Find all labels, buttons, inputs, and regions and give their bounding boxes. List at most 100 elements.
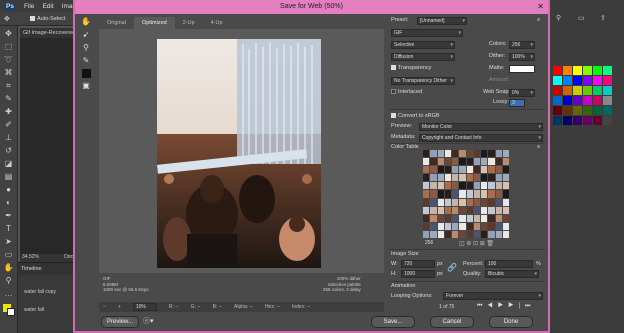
color-table-cell[interactable] — [452, 190, 459, 198]
preset-menu-icon[interactable]: ≡ — [537, 17, 540, 23]
color-table-cell[interactable] — [466, 190, 473, 198]
color-table-cell[interactable] — [423, 222, 430, 230]
color-table-cell[interactable] — [502, 222, 509, 230]
color-table-cell[interactable] — [444, 166, 451, 174]
color-table-cell[interactable] — [473, 166, 480, 174]
color-table-cell[interactable] — [495, 222, 502, 230]
auto-select-checkbox[interactable] — [30, 16, 35, 22]
color-table-cell[interactable] — [452, 222, 459, 230]
color-table-cell[interactable] — [481, 158, 488, 166]
color-table-cell[interactable] — [452, 198, 459, 206]
color-table-cell[interactable] — [423, 174, 430, 182]
swatch[interactable] — [573, 96, 582, 105]
color-table-cell[interactable] — [430, 174, 437, 182]
brush-icon[interactable]: ✐ — [4, 120, 14, 130]
color-table-cell[interactable] — [444, 158, 451, 166]
format-select[interactable]: GIF — [391, 29, 463, 37]
color-table-cell[interactable] — [466, 174, 473, 182]
swatch[interactable] — [593, 106, 602, 115]
color-table-cell[interactable] — [481, 198, 488, 206]
web-snap-input[interactable]: 0% — [509, 89, 535, 97]
color-table-cell[interactable] — [502, 166, 509, 174]
color-table-cell[interactable] — [488, 206, 495, 214]
swatch[interactable] — [573, 106, 582, 115]
color-table-cell[interactable] — [488, 150, 495, 158]
color-table-cell[interactable] — [430, 190, 437, 198]
color-table-cell[interactable] — [452, 230, 459, 238]
color-table-cell[interactable] — [481, 174, 488, 182]
tab-2-up[interactable]: 2-Up — [175, 17, 203, 29]
swatch[interactable] — [563, 66, 572, 75]
color-table-cell[interactable] — [423, 198, 430, 206]
color-table-cell[interactable] — [473, 222, 480, 230]
color-table-cell[interactable] — [481, 206, 488, 214]
color-table-cell[interactable] — [437, 182, 444, 190]
color-table-cell[interactable] — [444, 190, 451, 198]
done-button[interactable]: Done — [489, 316, 533, 328]
color-table-cell[interactable] — [473, 230, 480, 238]
color-table-cell[interactable] — [423, 166, 430, 174]
matte-select[interactable] — [509, 65, 535, 73]
color-table-cell[interactable] — [437, 230, 444, 238]
colors-select[interactable]: 256 — [509, 41, 535, 49]
eyedropper-color-swatch[interactable] — [82, 69, 91, 78]
color-table-cell[interactable] — [444, 174, 451, 182]
color-table-cell[interactable] — [459, 222, 466, 230]
color-table-cell[interactable] — [423, 158, 430, 166]
color-table-cell[interactable] — [481, 214, 488, 222]
height-input[interactable]: 1000 — [401, 270, 435, 278]
swatch[interactable] — [563, 106, 572, 115]
color-table-cell[interactable] — [502, 174, 509, 182]
color-table-cell[interactable] — [444, 198, 451, 206]
color-table-cell[interactable] — [502, 182, 509, 190]
quick-select-icon[interactable]: ⌘ — [4, 68, 14, 78]
tab-4-up[interactable]: 4-Up — [203, 17, 231, 29]
color-table-cell[interactable] — [495, 230, 502, 238]
background-color-swatch[interactable] — [7, 308, 15, 316]
color-table-actions-icon[interactable]: ◫ ⊕ ⊡ ⊞ 🗑 — [459, 240, 494, 247]
color-table-cell[interactable] — [495, 214, 502, 222]
preview-button[interactable]: Preview... — [101, 316, 139, 328]
color-table-cell[interactable] — [495, 158, 502, 166]
color-table-cell[interactable] — [495, 174, 502, 182]
swatch[interactable] — [563, 76, 572, 85]
swatch[interactable] — [553, 116, 562, 125]
lasso-icon[interactable]: ➰ — [4, 55, 14, 65]
color-table-cell[interactable] — [444, 182, 451, 190]
stamp-icon[interactable]: ⊥ — [4, 133, 14, 143]
document-tab[interactable]: Gif Image-Recovered — [20, 28, 75, 38]
color-table-cell[interactable] — [488, 190, 495, 198]
transparency-checkbox[interactable] — [391, 65, 396, 71]
color-table-cell[interactable] — [488, 214, 495, 222]
first-frame-icon[interactable]: ⏮ — [477, 303, 487, 309]
color-table-cell[interactable] — [502, 230, 509, 238]
color-table-cell[interactable] — [495, 198, 502, 206]
swatch[interactable] — [583, 116, 592, 125]
swatch[interactable] — [583, 76, 592, 85]
color-table-cell[interactable] — [495, 206, 502, 214]
color-table-cell[interactable] — [466, 158, 473, 166]
transparency-dither-select[interactable]: No Transparency Dither — [391, 77, 455, 85]
swatch[interactable] — [593, 86, 602, 95]
swatch[interactable] — [563, 96, 572, 105]
color-table-cell[interactable] — [437, 214, 444, 222]
color-table-cell[interactable] — [459, 150, 466, 158]
color-table-cell[interactable] — [481, 182, 488, 190]
menu-edit[interactable]: Edit — [42, 3, 53, 10]
color-table-cell[interactable] — [430, 150, 437, 158]
color-table-cell[interactable] — [444, 222, 451, 230]
color-table-cell[interactable] — [423, 214, 430, 222]
shape-icon[interactable]: ▭ — [4, 250, 14, 260]
zoom-plus-icon[interactable]: + — [118, 304, 121, 310]
color-table-cell[interactable] — [459, 166, 466, 174]
swatch[interactable] — [573, 116, 582, 125]
color-table-cell[interactable] — [423, 190, 430, 198]
color-table-grid[interactable] — [423, 150, 509, 238]
last-frame-icon[interactable]: ⏭ — [525, 303, 535, 309]
quality-select[interactable]: Bicubic — [485, 270, 539, 278]
color-table-cell[interactable] — [452, 166, 459, 174]
swatch[interactable] — [603, 76, 612, 85]
width-input[interactable]: 720 — [401, 260, 435, 268]
color-table-cell[interactable] — [495, 182, 502, 190]
color-table-cell[interactable] — [488, 182, 495, 190]
